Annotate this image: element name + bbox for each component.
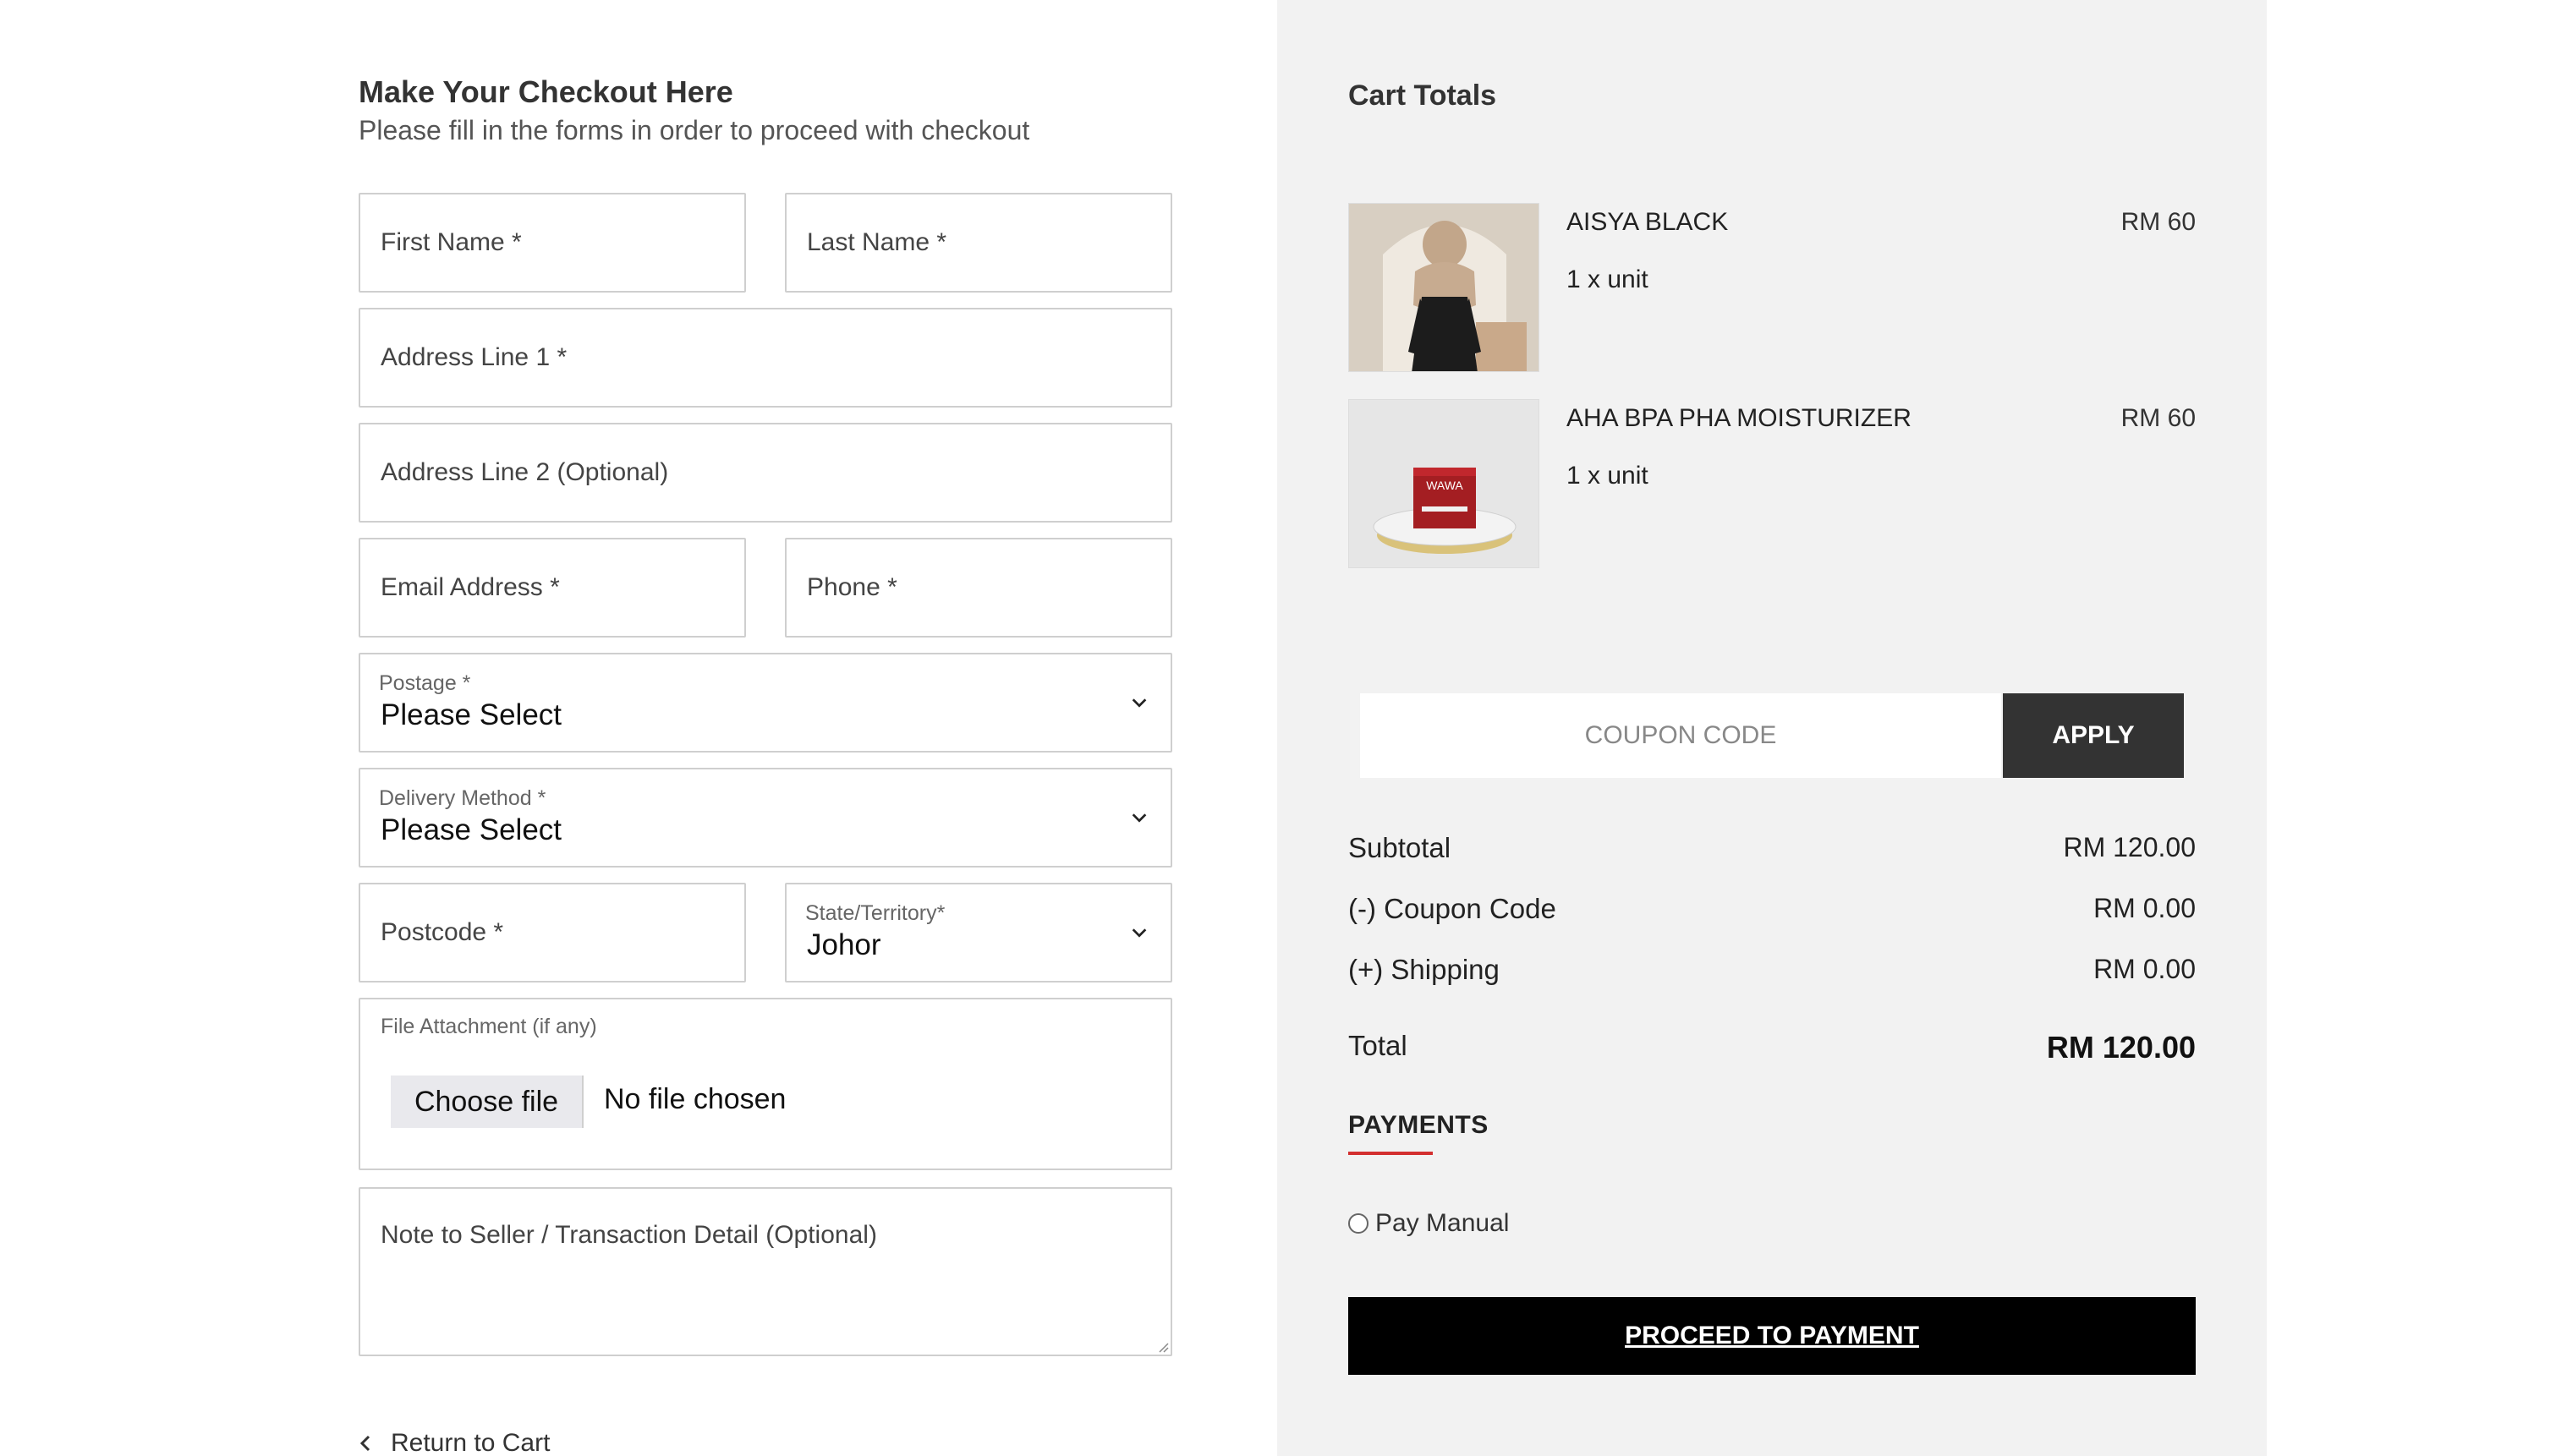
- cart-item-name: AISYA BLACK: [1566, 208, 1729, 236]
- cart-item: AISYA BLACK 1 x unit RM 60: [1348, 203, 2196, 372]
- delivery-method-label: Delivery Method *: [379, 786, 546, 810]
- note-placeholder: Note to Seller / Transaction Detail (Opt…: [381, 1221, 877, 1249]
- last-name-placeholder: Last Name *: [807, 228, 947, 256]
- note-textarea[interactable]: Note to Seller / Transaction Detail (Opt…: [359, 1187, 1172, 1356]
- product-image: WAWA: [1348, 399, 1539, 568]
- total-value: RM 120.00: [2046, 1030, 2196, 1065]
- subtotal-row: Subtotal RM 120.00: [1348, 832, 2196, 864]
- phone-placeholder: Phone *: [807, 573, 897, 601]
- first-name-placeholder: First Name *: [381, 228, 522, 256]
- state-label: State/Territory*: [805, 901, 946, 925]
- chevron-down-icon: [1132, 813, 1147, 823]
- subtotal-label: Subtotal: [1348, 832, 1451, 863]
- pay-manual-option[interactable]: Pay Manual: [1348, 1209, 1509, 1238]
- cart-item-name: AHA BPA PHA MOISTURIZER: [1566, 404, 1912, 432]
- chevron-down-icon: [1132, 928, 1147, 938]
- phone-field[interactable]: Phone *: [785, 538, 1172, 638]
- payments-underline: [1348, 1152, 1433, 1155]
- total-row: Total RM 120.00: [1348, 1030, 2196, 1065]
- email-placeholder: Email Address *: [381, 573, 560, 601]
- resize-handle-icon[interactable]: [1155, 1339, 1169, 1353]
- cart-item-price: RM 60: [2120, 404, 2196, 432]
- postage-label: Postage *: [379, 671, 471, 695]
- subtotal-value: RM 120.00: [2063, 832, 2196, 862]
- checkout-form-panel: Make Your Checkout Here Please fill in t…: [0, 0, 1277, 1456]
- shipping-label: (+) Shipping: [1348, 954, 1500, 985]
- page-title: Make Your Checkout Here: [359, 74, 733, 109]
- coupon-code-input[interactable]: COUPON CODE: [1360, 693, 2001, 778]
- chevron-left-icon: [359, 1435, 370, 1452]
- pay-manual-radio[interactable]: [1348, 1213, 1369, 1234]
- chevron-down-icon: [1132, 698, 1147, 708]
- cart-item-qty: 1 x unit: [1566, 265, 1648, 293]
- address-line-1-placeholder: Address Line 1 *: [381, 343, 568, 371]
- file-attachment-field: File Attachment (if any) Choose file No …: [359, 998, 1172, 1170]
- delivery-method-value: Please Select: [381, 813, 562, 846]
- proceed-to-payment-button[interactable]: PROCEED TO PAYMENT: [1348, 1297, 2196, 1375]
- shipping-value: RM 0.00: [2093, 954, 2196, 984]
- product-badge-text: WAWA: [1426, 479, 1463, 492]
- total-label: Total: [1348, 1030, 1407, 1061]
- email-field[interactable]: Email Address *: [359, 538, 746, 638]
- apply-coupon-button[interactable]: APPLY: [2003, 693, 2184, 778]
- coupon-value: RM 0.00: [2093, 893, 2196, 923]
- return-to-cart-label: Return to Cart: [391, 1429, 551, 1456]
- file-status: No file chosen: [604, 1083, 787, 1115]
- postcode-placeholder: Postcode *: [381, 918, 504, 946]
- delivery-method-select[interactable]: Delivery Method * Please Select: [359, 768, 1172, 868]
- cart-item-qty: 1 x unit: [1566, 462, 1648, 490]
- address-line-2-field[interactable]: Address Line 2 (Optional): [359, 423, 1172, 523]
- last-name-field[interactable]: Last Name *: [785, 193, 1172, 293]
- payments-heading: PAYMENTS: [1348, 1111, 1489, 1139]
- file-attachment-label: File Attachment (if any): [381, 1015, 597, 1038]
- cart-item: WAWA AHA BPA PHA MOISTURIZER 1 x unit RM…: [1348, 399, 2196, 568]
- postage-value: Please Select: [381, 698, 562, 731]
- address-line-1-field[interactable]: Address Line 1 *: [359, 308, 1172, 408]
- address-line-2-placeholder: Address Line 2 (Optional): [381, 458, 669, 486]
- coupon-row: (-) Coupon Code RM 0.00: [1348, 893, 2196, 925]
- postcode-field[interactable]: Postcode *: [359, 883, 746, 983]
- shipping-row: (+) Shipping RM 0.00: [1348, 954, 2196, 986]
- pay-manual-label: Pay Manual: [1375, 1209, 1510, 1237]
- postage-select[interactable]: Postage * Please Select: [359, 653, 1172, 753]
- page-margin: [2267, 0, 2556, 1456]
- product-image: [1348, 203, 1539, 372]
- coupon-label: (-) Coupon Code: [1348, 893, 1556, 924]
- page-subtitle: Please fill in the forms in order to pro…: [359, 115, 1030, 145]
- state-value: Johor: [807, 928, 881, 961]
- cart-title: Cart Totals: [1348, 79, 1497, 112]
- first-name-field[interactable]: First Name *: [359, 193, 746, 293]
- return-to-cart-link[interactable]: Return to Cart: [359, 1429, 550, 1456]
- state-select[interactable]: State/Territory* Johor: [785, 883, 1172, 983]
- choose-file-button[interactable]: Choose file: [391, 1076, 584, 1128]
- cart-item-price: RM 60: [2120, 208, 2196, 236]
